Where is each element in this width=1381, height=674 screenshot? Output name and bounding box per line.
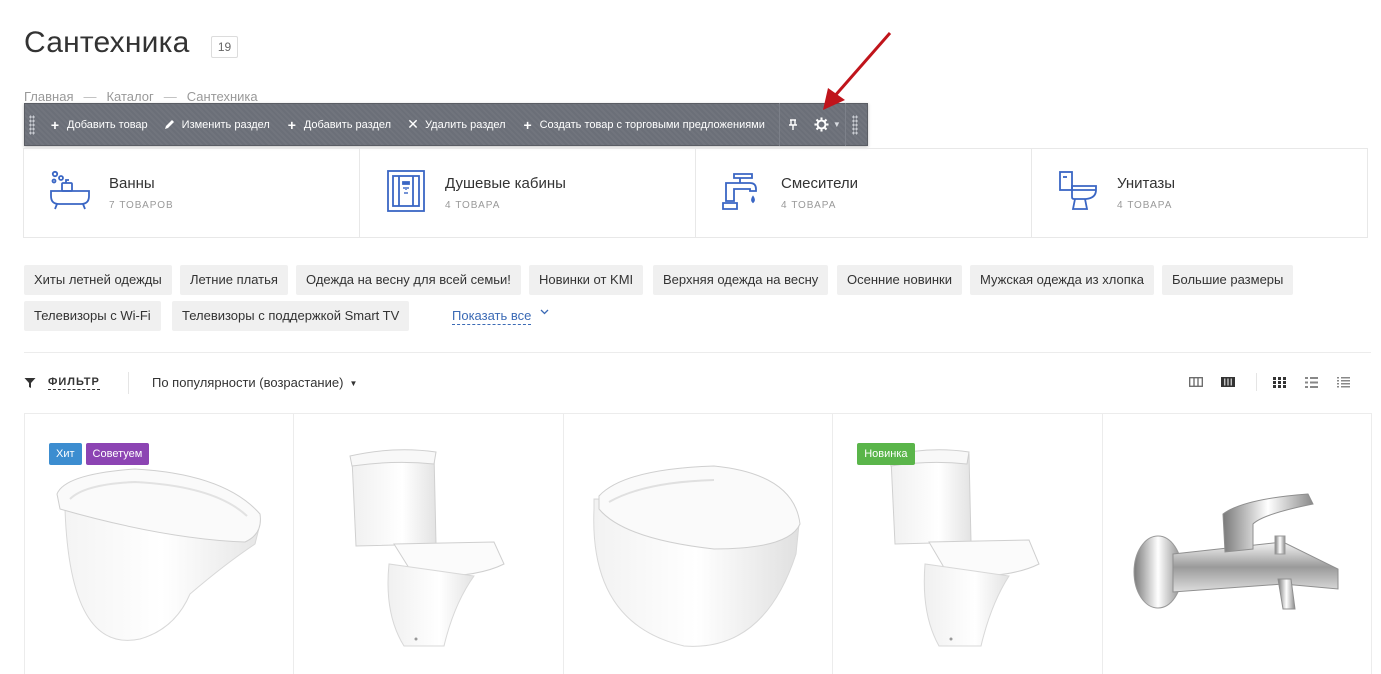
category-count: 4 товара: [1117, 200, 1173, 211]
breadcrumb-home[interactable]: Главная: [24, 89, 73, 104]
category-count: 7 товаров: [109, 200, 174, 211]
tag-item[interactable]: Летние платья: [180, 265, 288, 295]
view-3-columns-icon[interactable]: [1188, 374, 1204, 390]
product-count-badge: 19: [211, 36, 238, 58]
product-badges: Хит Советуем: [49, 443, 150, 465]
bathtub-icon: [50, 170, 90, 210]
toilet-icon: [1059, 171, 1097, 210]
tag-item[interactable]: Одежда на весну для всей семьи!: [296, 265, 521, 295]
delete-section-label: Удалить раздел: [425, 118, 506, 131]
category-name: Смесители: [781, 175, 859, 192]
product-image: [1133, 493, 1339, 610]
shower-cabin-icon: [387, 170, 425, 212]
product-card[interactable]: Новинка: [833, 414, 1103, 674]
category-item-faucets[interactable]: Смесители 4 товара: [696, 149, 1032, 237]
category-name: Ванны: [109, 175, 155, 192]
product-card[interactable]: [294, 414, 564, 674]
chevron-down-icon[interactable]: [540, 307, 549, 318]
product-image: [349, 449, 506, 647]
product-grid: Хит Советуем Новинка: [24, 413, 1372, 674]
view-table-icon[interactable]: [1335, 374, 1351, 390]
view-4-columns-icon[interactable]: [1220, 374, 1236, 390]
tag-item[interactable]: Телевизоры с Wi-Fi: [24, 301, 161, 331]
breadcrumb-catalog[interactable]: Каталог: [106, 89, 153, 104]
add-section-label: Добавить раздел: [303, 118, 392, 131]
badge-recommend: Советуем: [85, 443, 150, 465]
filter-icon: [24, 377, 36, 388]
pencil-icon: [164, 117, 176, 133]
view-list-icon[interactable]: [1303, 374, 1319, 390]
annotation-arrow-icon: [823, 32, 892, 110]
breadcrumb: Главная — Каталог — Сантехника: [24, 89, 258, 104]
tag-item[interactable]: Хиты летней одежды: [24, 265, 172, 295]
plus-icon: +: [50, 116, 60, 133]
edit-section-label: Изменить раздел: [181, 118, 270, 131]
product-badges: Новинка: [857, 443, 915, 465]
close-icon: ✕: [407, 116, 419, 132]
tag-item[interactable]: Мужская одежда из хлопка: [970, 265, 1154, 295]
filter-label: ФИЛЬТР: [48, 376, 100, 390]
create-product-with-offers-button[interactable]: + Создать товар с торговыми предложениям…: [514, 104, 773, 145]
edit-section-button[interactable]: Изменить раздел: [156, 104, 278, 145]
product-image: [593, 465, 801, 647]
show-all-link[interactable]: Показать все: [452, 308, 532, 325]
pin-icon[interactable]: [780, 104, 806, 145]
badge-hit: Хит: [49, 443, 82, 465]
add-product-button[interactable]: + Добавить товар: [41, 104, 156, 145]
category-count: 4 товара: [781, 200, 837, 211]
page-title: Сантехника: [24, 26, 190, 59]
admin-panel: + Добавить товар Изменить раздел + Добав…: [24, 103, 868, 146]
chevron-down-icon[interactable]: ▼: [833, 120, 841, 129]
create-product-label: Создать товар с торговыми предложениями: [539, 118, 765, 131]
sort-dropdown[interactable]: По популярности (возрастание) ▼: [152, 375, 357, 390]
category-name: Унитазы: [1117, 175, 1176, 192]
tag-item[interactable]: Большие размеры: [1162, 265, 1294, 295]
add-product-label: Добавить товар: [67, 118, 148, 131]
plus-icon: +: [523, 116, 532, 133]
product-card[interactable]: [1103, 414, 1371, 674]
filter-divider: [128, 372, 129, 394]
category-count: 4 товара: [445, 200, 501, 211]
view-tiles-icon[interactable]: [1271, 374, 1287, 390]
category-name: Душевые кабины: [445, 175, 566, 192]
faucet-icon: [722, 173, 757, 210]
filter-toggle[interactable]: ФИЛЬТР: [24, 375, 100, 390]
plus-icon: +: [287, 116, 296, 133]
category-item-shower-cabins[interactable]: Душевые кабины 4 товара: [360, 149, 696, 237]
sort-label: По популярности (возрастание): [152, 375, 344, 390]
section-divider: [24, 352, 1371, 353]
view-divider: [1256, 373, 1257, 391]
breadcrumb-separator: —: [83, 89, 97, 104]
view-switcher: [1188, 373, 1367, 391]
tag-item[interactable]: Новинки от KMI: [529, 265, 644, 295]
category-item-bathtubs[interactable]: Ванны 7 товаров: [24, 149, 360, 237]
breadcrumb-current: Сантехника: [186, 89, 258, 104]
drag-handle-icon[interactable]: [851, 114, 858, 135]
breadcrumb-separator: —: [163, 89, 177, 104]
tag-item[interactable]: Верхняя одежда на весну: [653, 265, 829, 295]
tag-item[interactable]: Осенние новинки: [837, 265, 963, 295]
delete-section-button[interactable]: ✕ Удалить раздел: [399, 104, 514, 145]
badge-new: Новинка: [857, 443, 915, 465]
add-section-button[interactable]: + Добавить раздел: [278, 104, 399, 145]
drag-handle-icon[interactable]: [29, 114, 35, 135]
category-item-toilets[interactable]: Унитазы 4 товара: [1032, 149, 1367, 237]
product-card[interactable]: [564, 414, 834, 674]
caret-down-icon: ▼: [349, 379, 358, 389]
tag-item[interactable]: Телевизоры с поддержкой Smart TV: [172, 301, 410, 331]
product-card[interactable]: Хит Советуем: [25, 414, 295, 674]
category-list: Ванны 7 товаров Душевые кабины 4 товара …: [23, 148, 1368, 238]
